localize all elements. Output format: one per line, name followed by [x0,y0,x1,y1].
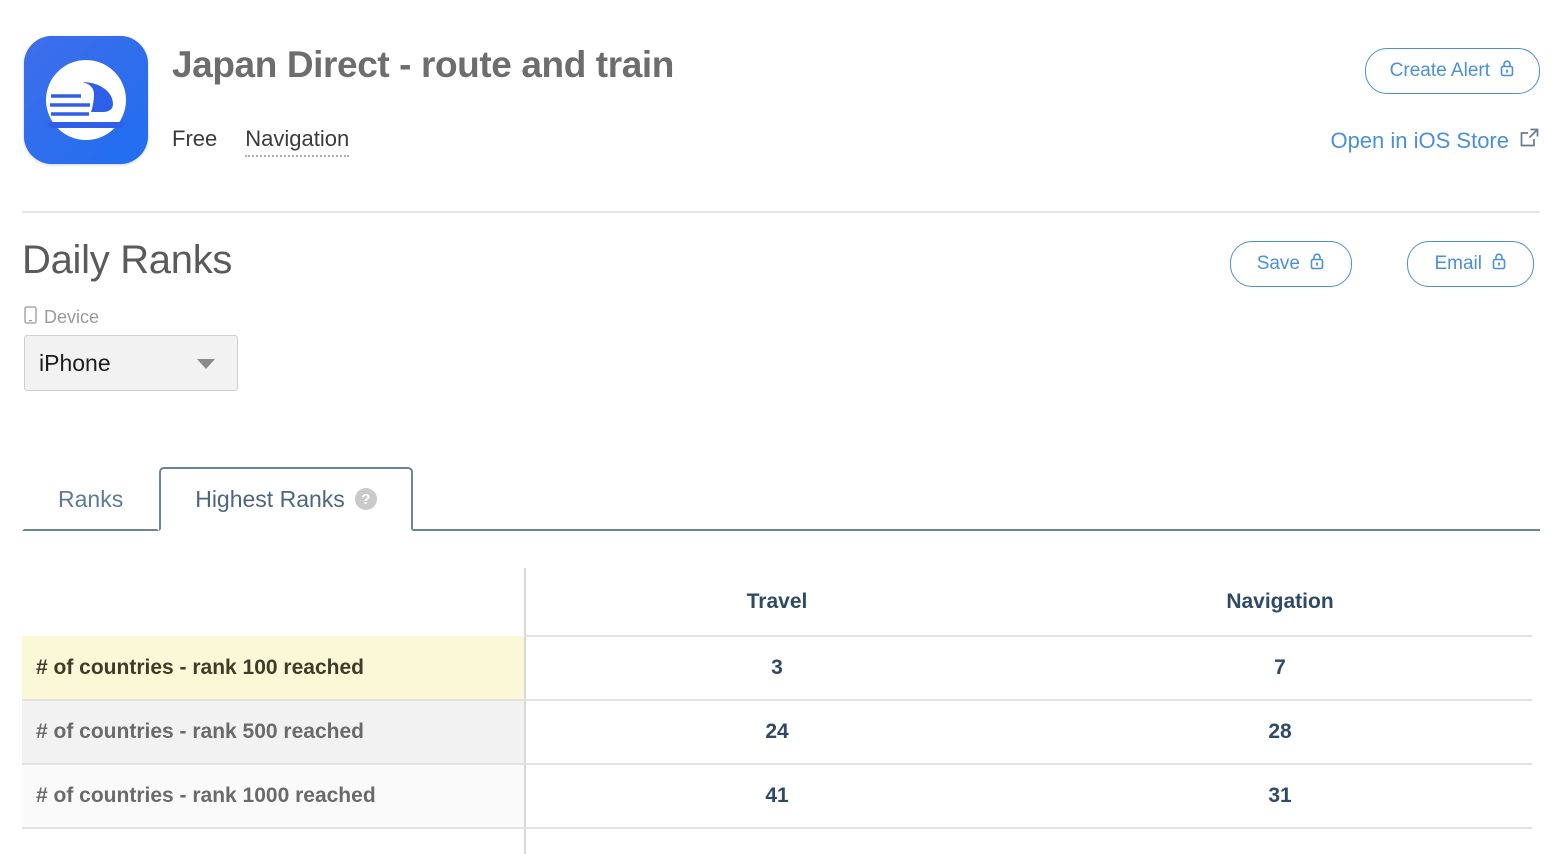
external-link-icon [1519,127,1540,154]
cell-travel: 3 [524,636,1028,701]
save-label: Save [1256,253,1300,274]
tab-bar: Ranks Highest Ranks ? [22,463,1540,531]
email-button[interactable]: Email [1407,241,1534,287]
table-header: Travel Navigation [22,568,1532,637]
cell-navigation: 31 [1028,764,1532,829]
device-label-text: Device [44,307,100,327]
row-label: # of countries - rank 1000 reached [22,764,525,829]
app-category[interactable]: Navigation [245,126,350,157]
column-header-travel: Travel [524,568,1028,637]
table-row[interactable]: # of countries - rank 100 reached 3 7 [22,636,1532,701]
column-header-metric [22,568,525,636]
help-icon[interactable]: ? [354,488,377,510]
highest-ranks-table: Travel Navigation # of countries - rank … [22,568,1532,854]
app-header: Japan Direct - route and train Free Navi… [0,0,1564,213]
app-price: Free [172,126,218,151]
create-alert-label: Create Alert [1389,60,1490,81]
table-header-row: Travel Navigation [22,568,1532,637]
create-alert-button[interactable]: Create Alert [1364,48,1540,94]
cell-travel-partial [524,828,1028,854]
row-label-partial [22,828,525,854]
cell-navigation: 28 [1028,700,1532,765]
lock-icon [1491,252,1507,276]
app-title: Japan Direct - route and train [172,44,674,85]
tab-highest-ranks[interactable]: Highest Ranks ? [159,467,413,531]
lock-icon [1309,252,1325,276]
cell-travel: 24 [524,700,1028,765]
mobile-device-icon [24,306,37,329]
device-select[interactable]: iPhone [24,335,238,391]
table-row[interactable]: # of countries - rank 1000 reached 41 31 [22,764,1532,829]
header-divider [22,211,1540,213]
device-filter-label: Device [24,306,238,329]
bullet-train-app-icon [24,36,148,164]
device-selected-value: iPhone [39,349,111,376]
page-title: Daily Ranks [22,238,233,282]
chevron-down-icon [197,359,215,369]
app-meta: Free Navigation [172,126,350,157]
table-row[interactable]: # of countries - rank 500 reached 24 28 [22,700,1532,765]
cell-travel: 41 [524,764,1028,829]
row-label: # of countries - rank 100 reached [22,636,525,701]
save-button[interactable]: Save [1229,241,1352,287]
tab-ranks[interactable]: Ranks [22,467,160,531]
column-header-navigation: Navigation [1028,568,1532,637]
row-label: # of countries - rank 500 reached [22,700,525,765]
tab-highest-ranks-label: Highest Ranks [195,485,345,512]
tab-ranks-label: Ranks [58,485,124,512]
table-row-partial [22,828,1532,854]
cell-navigation: 7 [1028,636,1532,701]
lock-icon [1499,59,1515,83]
email-label: Email [1434,253,1482,274]
store-link-label: Open in iOS Store [1330,127,1509,153]
tab-bar-filler [412,467,1540,531]
cell-navigation-partial [1028,828,1532,854]
table-body: # of countries - rank 100 reached 3 7 # … [22,636,1532,854]
device-filter: Device iPhone [24,306,238,391]
open-in-ios-store-link[interactable]: Open in iOS Store [1330,127,1540,154]
app-details-page: Japan Direct - route and train Free Navi… [0,0,1564,854]
